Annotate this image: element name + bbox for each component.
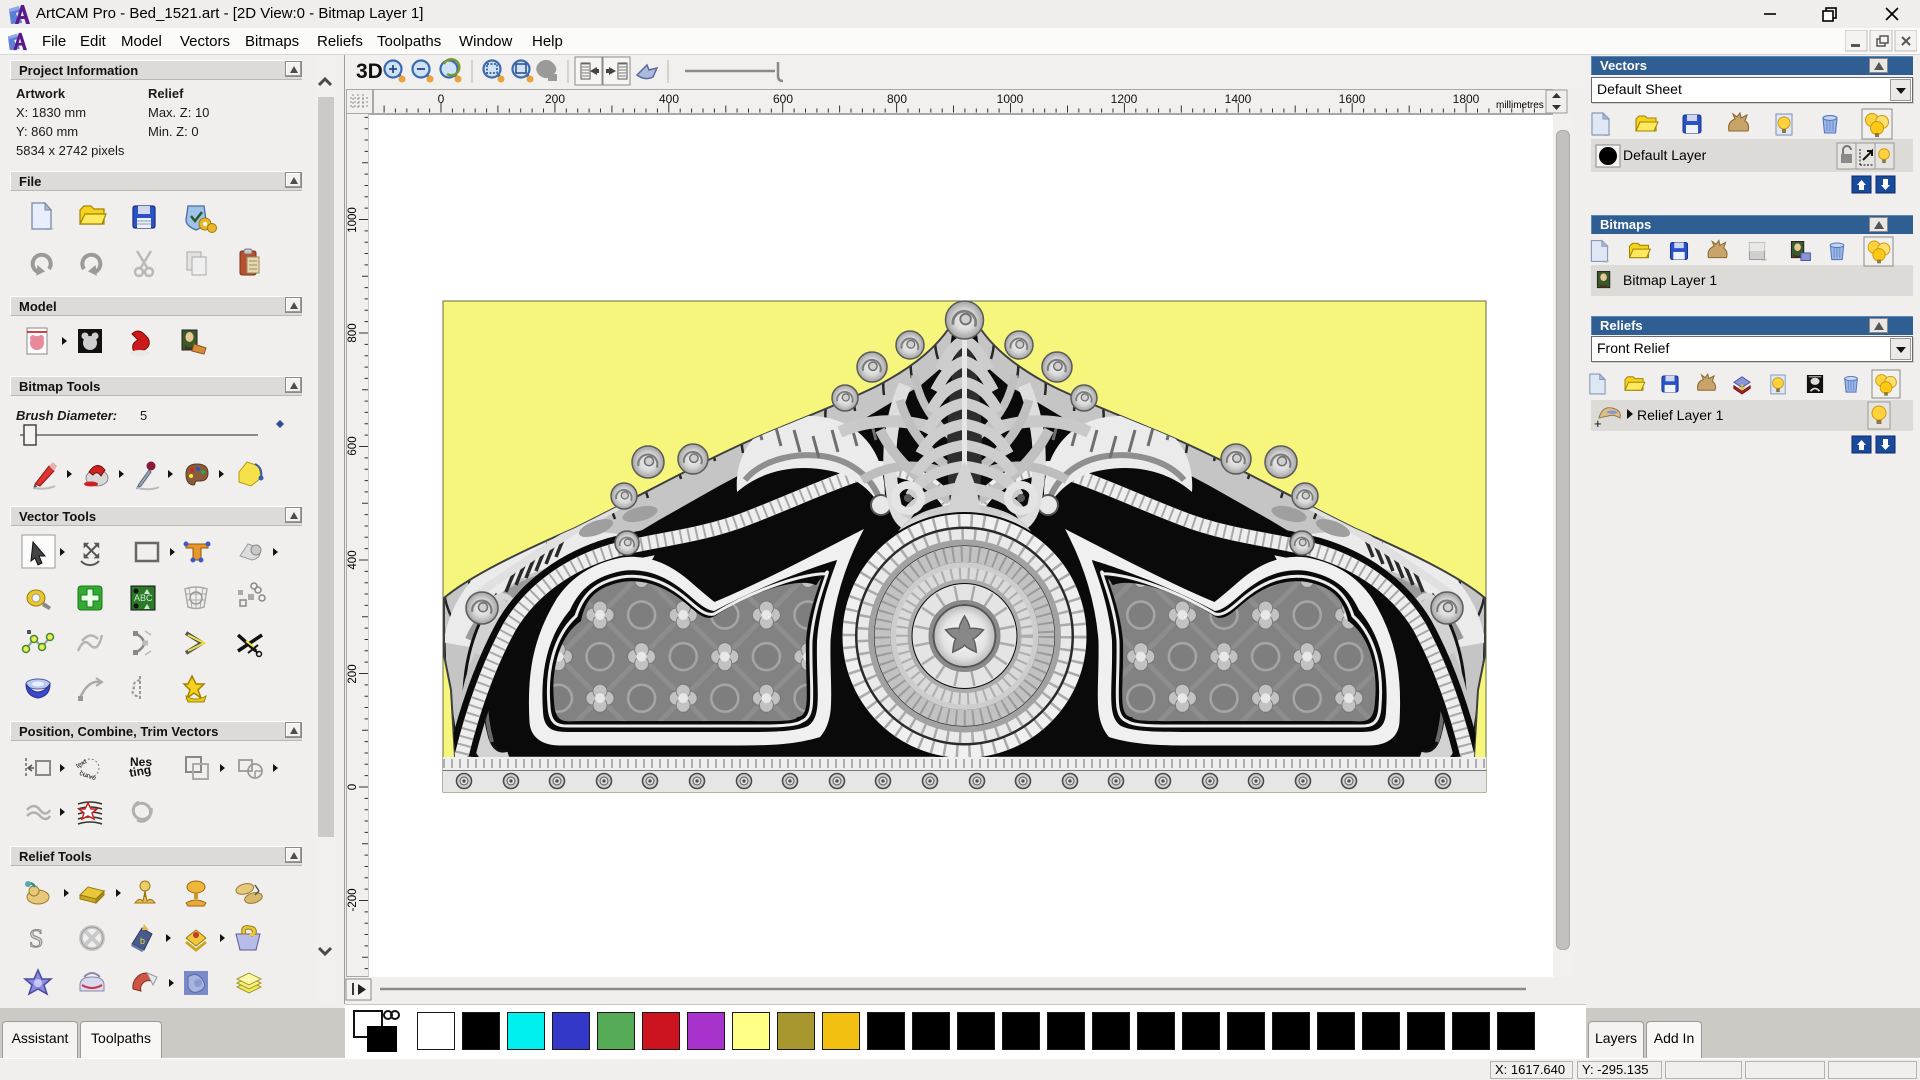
svg-text:-200: -200 bbox=[347, 888, 359, 911]
svg-text:1000: 1000 bbox=[347, 207, 359, 233]
svg-text:400: 400 bbox=[347, 550, 359, 569]
svg-text:1600: 1600 bbox=[1339, 92, 1366, 106]
svg-text:600: 600 bbox=[347, 436, 359, 455]
svg-text:800: 800 bbox=[887, 92, 907, 106]
svg-text:text: text bbox=[75, 758, 88, 770]
svg-text:ting: ting bbox=[128, 762, 152, 780]
svg-text:0: 0 bbox=[347, 784, 359, 790]
svg-text:0: 0 bbox=[438, 92, 445, 106]
svg-text:millimetres: millimetres bbox=[1496, 100, 1544, 111]
svg-text:1400: 1400 bbox=[1225, 92, 1252, 106]
svg-text:curve: curve bbox=[78, 770, 97, 782]
svg-text:1000: 1000 bbox=[997, 92, 1024, 106]
svg-text:1200: 1200 bbox=[1111, 92, 1138, 106]
svg-text:1800: 1800 bbox=[1453, 92, 1480, 106]
svg-text:200: 200 bbox=[347, 664, 359, 683]
svg-text:600: 600 bbox=[773, 92, 793, 106]
svg-text:200: 200 bbox=[545, 92, 565, 106]
svg-text:+: + bbox=[1594, 416, 1602, 431]
svg-text:b: b bbox=[140, 936, 145, 946]
svg-text:3D: 3D bbox=[356, 60, 383, 83]
svg-text:800: 800 bbox=[347, 323, 359, 342]
svg-text:400: 400 bbox=[659, 92, 679, 106]
svg-text:ABC: ABC bbox=[134, 593, 153, 603]
svg-text:S: S bbox=[29, 924, 43, 953]
